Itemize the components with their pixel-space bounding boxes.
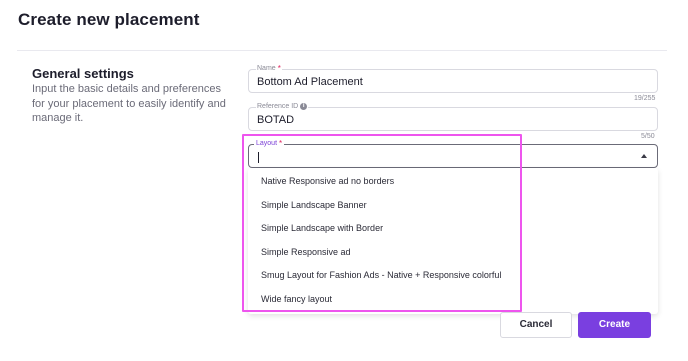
section-title: General settings [32, 66, 134, 81]
section-description: Input the basic details and preferences … [32, 83, 226, 124]
layout-dropdown-menu: Native Responsive ad no borders Simple L… [248, 168, 658, 314]
required-mark: * [277, 64, 281, 73]
layout-select[interactable]: Layout * [248, 139, 658, 168]
layout-option[interactable]: Native Responsive ad no borders [261, 176, 394, 186]
name-field-label: Name * [256, 64, 282, 73]
layout-field-label: Layout * [254, 139, 285, 148]
create-placement-page: Create new placement General settings In… [0, 0, 688, 361]
layout-option[interactable]: Simple Landscape Banner [261, 200, 367, 210]
reference-id-field-value: BOTAD [257, 114, 295, 126]
reference-id-field[interactable]: Reference ID i BOTAD [248, 103, 658, 131]
reference-id-field-label: Reference ID i [256, 103, 309, 110]
name-char-counter: 19/255 [634, 95, 656, 102]
layout-option[interactable]: Simple Responsive ad [261, 247, 351, 257]
layout-option[interactable]: Simple Landscape with Border [261, 223, 383, 233]
name-field[interactable]: Name * Bottom Ad Placement [248, 65, 658, 93]
text-cursor [258, 152, 259, 163]
reference-id-char-counter: 5/50 [641, 133, 655, 140]
chevron-up-icon[interactable] [641, 154, 647, 158]
info-icon[interactable]: i [300, 103, 308, 110]
page-title: Create new placement [18, 10, 200, 29]
layout-option[interactable]: Wide fancy layout [261, 294, 332, 304]
cancel-button[interactable]: Cancel [500, 312, 572, 338]
required-mark: * [279, 139, 283, 148]
layout-option[interactable]: Smug Layout for Fashion Ads - Native + R… [261, 270, 501, 280]
create-button[interactable]: Create [578, 312, 651, 338]
name-field-value: Bottom Ad Placement [257, 76, 363, 88]
